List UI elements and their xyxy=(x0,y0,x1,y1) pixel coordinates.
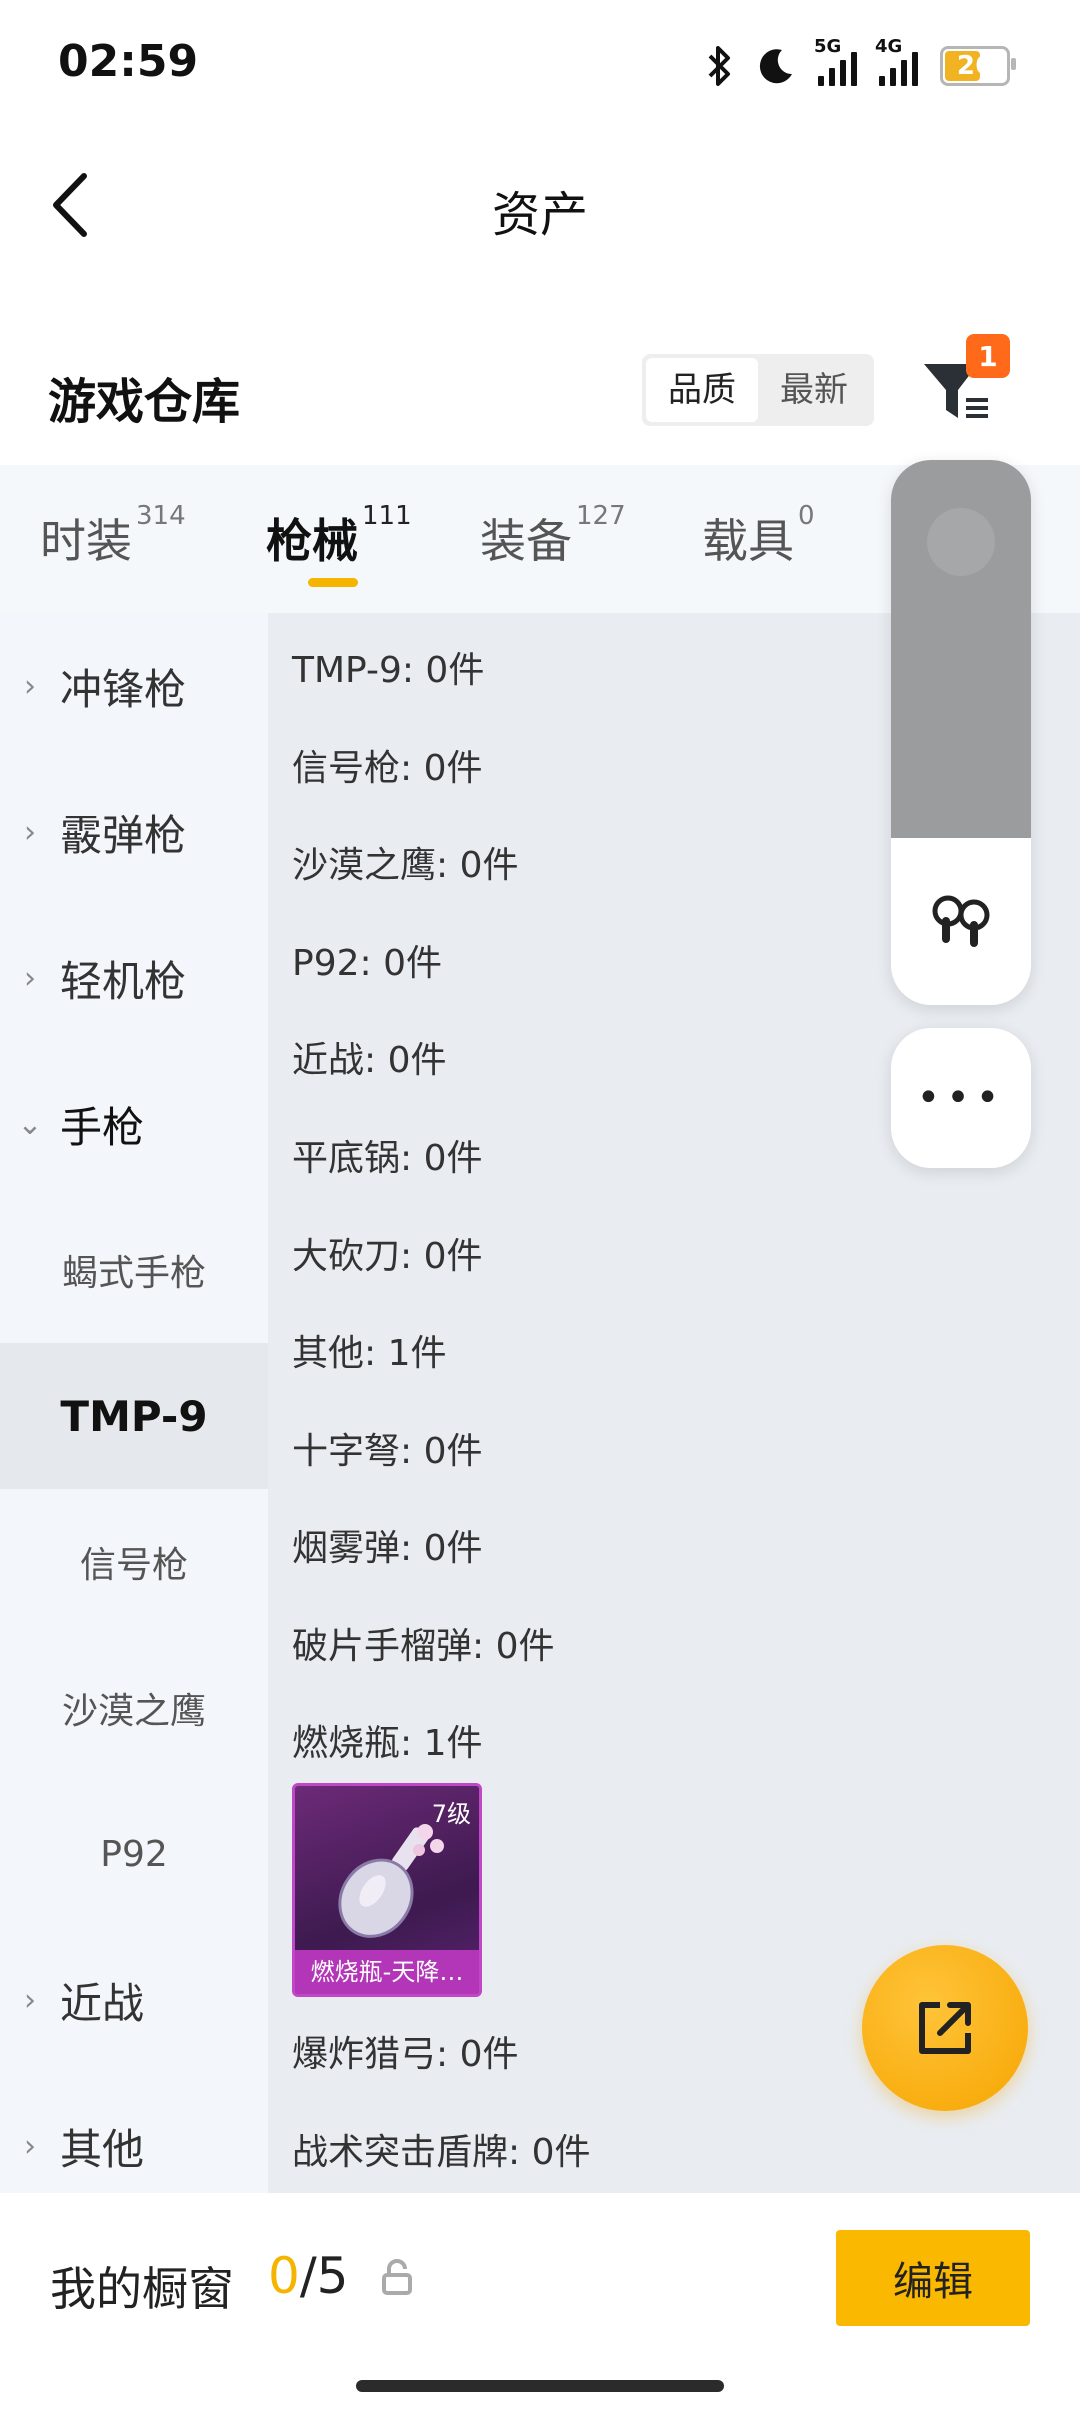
battery-level: 26 xyxy=(956,51,994,81)
sidebar-item-label: 轻机枪 xyxy=(60,956,187,1006)
sidebar-item-pistol[interactable]: ⌄ 手枪 xyxy=(0,1051,268,1197)
chevron-down-icon: ⌄ xyxy=(17,1106,43,1142)
sidebar: › 冲锋枪 › 霰弹枪 › 轻机枪 ⌄ 手枪 蝎式手枪 TMP-9 信号枪 沙漠… xyxy=(0,613,268,2193)
showcase-count: 0/5 xyxy=(268,2247,348,2305)
sidebar-item-lmg[interactable]: › 轻机枪 xyxy=(0,905,268,1051)
more-icon: ••• xyxy=(916,1075,1006,1121)
status-time: 02:59 xyxy=(58,36,199,87)
moon-icon xyxy=(759,49,792,84)
chevron-right-icon: › xyxy=(24,1982,36,2018)
sidebar-subitem-flare-gun[interactable]: 信号枪 xyxy=(0,1489,268,1635)
item-card-molotov-skin[interactable]: 7级 燃烧瓶-天降… xyxy=(292,1783,482,1997)
chevron-right-icon: › xyxy=(24,814,36,850)
status-icons: 5G 4G 26 xyxy=(704,36,1016,94)
network-5g-label: 5G xyxy=(814,36,842,57)
tab-fashion[interactable]: 时装 314 xyxy=(40,501,186,571)
edit-button[interactable]: 编辑 xyxy=(836,2230,1030,2326)
sidebar-item-smg[interactable]: › 冲锋枪 xyxy=(0,613,268,759)
sidebar-subitem-p92[interactable]: P92 xyxy=(0,1781,268,1927)
home-indicator[interactable] xyxy=(356,2380,724,2392)
sidebar-item-label: 手枪 xyxy=(60,1102,145,1152)
item-name: 燃烧瓶-天降… xyxy=(295,1950,479,1994)
tab-equipment[interactable]: 装备 127 xyxy=(480,501,626,571)
list-item: TMP-9: 0件 xyxy=(292,650,485,691)
network-4g-label: 4G xyxy=(875,36,903,57)
earbuds-icon xyxy=(932,895,990,947)
more-button[interactable]: ••• xyxy=(891,1028,1031,1168)
tab-equipment-count: 127 xyxy=(576,501,626,531)
warehouse-title: 游戏仓库 xyxy=(48,374,241,430)
sidebar-subitem-scorpion[interactable]: 蝎式手枪 xyxy=(0,1197,268,1343)
battery-icon: 26 xyxy=(940,46,1016,86)
tab-firearms-label: 枪械 xyxy=(266,514,358,568)
floating-panel xyxy=(891,460,1031,1005)
sort-quality-button[interactable]: 品质 xyxy=(646,358,758,422)
list-item: 燃烧瓶: 1件 xyxy=(292,1723,483,1764)
lock-icon xyxy=(380,2259,414,2295)
showcase-current: 0 xyxy=(268,2247,300,2305)
sort-toggle: 品质 最新 xyxy=(642,354,874,426)
page-title: 资产 xyxy=(491,187,588,243)
chevron-right-icon: › xyxy=(24,668,36,704)
tab-fashion-count: 314 xyxy=(136,501,186,531)
sidebar-item-label: 霰弹枪 xyxy=(60,810,187,860)
chevron-right-icon: › xyxy=(24,960,36,996)
tab-equipment-label: 装备 xyxy=(480,514,572,568)
share-button[interactable] xyxy=(862,1945,1028,2111)
chevron-right-icon: › xyxy=(24,2128,36,2164)
list-item: 近战: 0件 xyxy=(292,1040,447,1081)
tab-vehicles[interactable]: 载具 0 xyxy=(702,501,815,571)
list-item: 信号枪: 0件 xyxy=(292,748,483,789)
list-item: 战术突击盾牌: 0件 xyxy=(292,2132,591,2173)
sidebar-item-label: 其他 xyxy=(60,2124,145,2174)
sidebar-item-melee[interactable]: › 近战 xyxy=(0,1927,268,2073)
list-item: P92: 0件 xyxy=(292,943,442,984)
tab-firearms-count: 111 xyxy=(362,501,412,531)
tab-vehicles-label: 载具 xyxy=(702,514,794,568)
list-item: 十字弩: 0件 xyxy=(292,1431,483,1472)
earbuds-button[interactable] xyxy=(891,838,1031,1005)
list-item: 其他: 1件 xyxy=(292,1333,447,1374)
tab-firearms[interactable]: 枪械 111 xyxy=(266,501,412,571)
share-out-icon xyxy=(919,2002,971,2054)
list-item: 平底锅: 0件 xyxy=(292,1138,483,1179)
list-item: 爆炸猎弓: 0件 xyxy=(292,2034,519,2075)
sidebar-item-label: 冲锋枪 xyxy=(60,664,187,714)
list-item: 大砍刀: 0件 xyxy=(292,1236,483,1277)
filter-count-badge: 1 xyxy=(966,334,1010,378)
item-level: 7级 xyxy=(431,1800,471,1828)
bluetooth-icon xyxy=(708,46,730,86)
list-item: 破片手榴弹: 0件 xyxy=(292,1626,555,1667)
sidebar-item-label: 近战 xyxy=(60,1978,145,2028)
sort-newest-button[interactable]: 最新 xyxy=(758,358,870,422)
bottom-bar: 我的橱窗 0/5 编辑 xyxy=(0,2193,1080,2414)
showcase-label: 我的橱窗 xyxy=(50,2262,234,2316)
tab-vehicles-count: 0 xyxy=(798,501,815,531)
list-item: 沙漠之鹰: 0件 xyxy=(292,845,519,886)
showcase-total: /5 xyxy=(299,2247,349,2305)
signal-5g-icon: 5G xyxy=(814,36,857,86)
tab-fashion-label: 时装 xyxy=(40,514,132,568)
active-tab-indicator xyxy=(308,578,358,587)
signal-4g-icon: 4G xyxy=(875,36,918,86)
sidebar-subitem-tmp9[interactable]: TMP-9 xyxy=(0,1343,268,1489)
floating-panel-handle[interactable] xyxy=(891,460,1031,838)
sidebar-subitem-desert-eagle[interactable]: 沙漠之鹰 xyxy=(0,1635,268,1781)
sidebar-item-shotgun[interactable]: › 霰弹枪 xyxy=(0,759,268,905)
list-item: 烟雾弹: 0件 xyxy=(292,1528,483,1569)
